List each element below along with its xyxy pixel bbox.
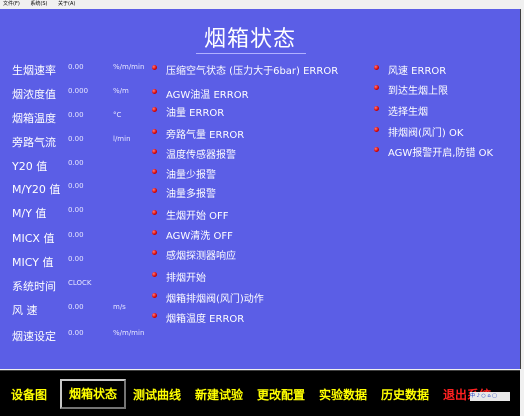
param-value: CLOCK [68,279,92,287]
status-led-icon [374,127,379,132]
param-unit: %/m/min [113,63,145,71]
param-value: 0.00 [68,159,84,167]
param-label: MICY 值 [12,256,54,269]
menu-file[interactable]: 文件(F) [3,0,20,9]
status-led-icon [152,272,157,277]
status-text: 感烟探测器响应 [166,251,236,262]
param-value: 0.00 [68,111,84,119]
status-led-icon [374,65,379,70]
status-text: 压缩空气状态 (压力大于6bar) ERROR [166,66,339,77]
status-text: 风速 ERROR [388,66,447,77]
status-text: 温度传感器报警 [166,150,236,161]
title-divider [196,53,306,54]
status-text: AGW清洗 OFF [166,231,233,242]
status-led-icon [374,106,379,111]
param-value: 0.00 [68,303,84,311]
nav-smoke-box-status[interactable]: 烟箱状态 [60,379,126,409]
main-panel: 烟箱状态 生烟速率 0.00 %/m/min 烟浓度值 0.000 %/m 烟箱温度 0.00… [0,9,521,369]
status-led-icon [152,210,157,215]
param-value: 0.00 [68,206,84,214]
bottom-strip [0,416,524,420]
status-led-icon [152,230,157,235]
nav-experiment-data[interactable]: 实验数据 [314,380,372,410]
page-title: 烟箱状态 [203,27,296,52]
param-value: 0.00 [68,63,84,71]
menu-about[interactable]: 关于(A) [58,0,75,9]
status-text: 烟箱温度 ERROR [166,314,245,325]
status-text: 排烟开始 [166,273,206,284]
status-led-icon [152,313,157,318]
status-led-icon [152,129,157,134]
param-label: 烟速设定 [12,330,56,343]
status-led-icon [374,85,379,90]
status-text: AGW报警开启,防错 OK [388,148,494,159]
status-led-icon [152,107,157,112]
status-led-icon [152,89,157,94]
status-text: AGW油温 ERROR [166,90,249,101]
status-led-icon [152,149,157,154]
param-label: M/Y 值 [12,207,47,220]
status-text: 旁路气量 ERROR [166,130,245,141]
param-value: 0.00 [68,255,84,263]
param-label: 系统时间 [12,280,56,293]
param-label: 生烟速率 [12,64,56,77]
bottom-nav: 设备图 烟箱状态 测试曲线 新建试验 更改配置 实验数据 历史数据 退出系统 [0,370,520,417]
param-unit: %/m [113,87,129,95]
menu-bar: 文件(F) 系统(S) 关于(A) [0,0,524,9]
status-text: 生烟开始 OFF [166,211,229,222]
param-value: 0.00 [68,182,84,190]
status-text: 油量 ERROR [166,108,225,119]
param-unit: m/s [113,303,126,311]
nav-change-config[interactable]: 更改配置 [252,380,310,410]
param-label: MICX 值 [12,232,55,245]
status-text: 油量少报警 [166,170,216,181]
param-unit: %/m/min [113,329,145,337]
ime-tray[interactable]: 中 ♪ ○ ⌂ ▢ [470,392,510,401]
param-value: 0.00 [68,135,84,143]
status-led-icon [152,250,157,255]
nav-device-diagram[interactable]: 设备图 [4,380,54,410]
status-led-icon [152,293,157,298]
status-text: 油量多报警 [166,189,216,200]
status-text: 到达生烟上限 [388,86,448,97]
param-value: 0.00 [68,231,84,239]
param-label: 旁路气流 [12,136,56,149]
nav-history-data[interactable]: 历史数据 [376,380,434,410]
param-label: 风 速 [12,304,38,317]
param-unit: °C [113,111,122,119]
status-text: 选择生烟 [388,107,428,118]
status-text: 排烟阀(风门) OK [388,128,464,139]
param-unit: l/min [113,135,131,143]
param-value: 0.00 [68,329,84,337]
nav-new-test[interactable]: 新建试验 [190,380,248,410]
menu-system[interactable]: 系统(S) [30,0,47,9]
status-led-icon [152,65,157,70]
status-led-icon [374,147,379,152]
param-label: Y20 值 [12,160,48,173]
status-text: 烟箱排烟阀(风门)动作 [166,294,264,305]
nav-test-curve[interactable]: 测试曲线 [128,380,186,410]
param-value: 0.000 [68,87,89,95]
param-label: M/Y20 值 [12,183,61,196]
param-label: 烟浓度值 [12,88,56,101]
status-led-icon [152,188,157,193]
param-label: 烟箱温度 [12,112,56,125]
status-led-icon [152,169,157,174]
